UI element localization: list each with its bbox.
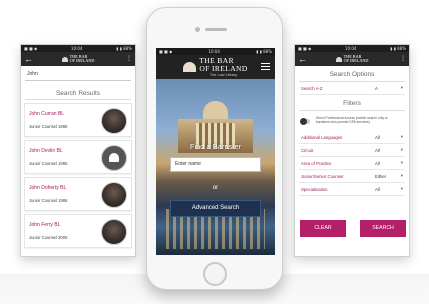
brand-logo: THE BAR OF IRELAND xyxy=(335,54,369,64)
status-bar: ■ ■ ◆ 10:04 ▮ ▮ 88% xyxy=(295,45,409,52)
chevron-down-icon: ▾ xyxy=(400,147,403,152)
status-right: ▮ ▮ 88% xyxy=(390,46,406,51)
chevron-down-icon: ▾ xyxy=(400,85,403,90)
home-button[interactable] xyxy=(203,262,227,286)
result-meta: Junior Counsel 1988 xyxy=(29,124,68,129)
search-button[interactable]: SEARCH xyxy=(360,220,406,237)
filter-label: Area of Practice xyxy=(301,161,332,166)
filter-area-of-practice[interactable]: Area of Practice All ▾ xyxy=(299,157,405,170)
search-az-value: A xyxy=(375,86,378,91)
filter-value: All xyxy=(375,187,380,192)
filter-value: All xyxy=(375,161,380,166)
filter-specialisation[interactable]: Specialisation All ▾ xyxy=(299,183,405,196)
back-arrow-icon[interactable]: ← xyxy=(24,53,33,65)
mockup-canvas: ■ ■ ◆ 10:04 ▮ ▮ 88% ← THE BAR OF IRELAND… xyxy=(0,0,429,304)
chevron-down-icon: ▾ xyxy=(400,186,403,191)
more-vert-icon[interactable]: ⋮ xyxy=(400,54,406,64)
hero-title: Find a Barrister xyxy=(189,142,242,151)
back-arrow-icon[interactable]: ← xyxy=(298,53,307,65)
brand-logo: THE BAR OF IRELAND The Law Library xyxy=(199,56,248,78)
result-card[interactable]: John Curran BL Junior Counsel 1988 xyxy=(24,103,132,137)
search-az-select[interactable]: Search A-Z A ▾ xyxy=(299,82,405,95)
result-card[interactable]: John Devlin BL Junior Counsel 1995 xyxy=(24,140,132,174)
advanced-search-button[interactable]: Advanced Search xyxy=(170,200,261,217)
brand-title-line2: OF IRELAND xyxy=(69,58,95,63)
results-title: Search Results xyxy=(25,84,131,100)
result-name: John Ferry BL xyxy=(29,222,61,228)
search-input[interactable]: John xyxy=(25,69,131,81)
dome-logo-icon xyxy=(335,56,342,62)
result-name: John Curran BL xyxy=(29,111,65,117)
right-phone-search-options: ■ ■ ◆ 10:04 ▮ ▮ 88% ← THE BAR OF IRELAND… xyxy=(294,44,410,257)
chevron-down-icon: ▾ xyxy=(400,160,403,165)
app-bar: ← THE BAR OF IRELAND ⋮ xyxy=(21,52,135,66)
dome-logo-icon xyxy=(61,56,68,62)
hamburger-menu-icon[interactable] xyxy=(261,63,270,70)
filter-label: Additional Languages xyxy=(301,135,343,140)
clear-button[interactable]: CLEAR xyxy=(300,220,346,237)
dpa-toggle-label: Direct Professional Access (switch searc… xyxy=(316,116,388,125)
center-phone-home: ■ ■ ◆ 10:04 ▮ ▮ 88% THE BAR OF IRELAND T… xyxy=(146,7,283,290)
result-card[interactable]: John Doherty BL Junior Counsel 1986 xyxy=(24,177,132,211)
filter-value: All xyxy=(375,135,380,140)
default-avatar-icon xyxy=(101,145,127,171)
app-bar: ← THE BAR OF IRELAND ⋮ xyxy=(295,52,409,66)
status-time: 10:04 xyxy=(208,49,220,54)
filter-junior-senior-counsel[interactable]: Junior/Senior Counsel Either ▾ xyxy=(299,170,405,183)
status-left: ■ ■ ◆ xyxy=(298,46,312,51)
hero-background: Find a Barrister Enter name or Advanced … xyxy=(156,79,275,255)
chevron-down-icon: ▾ xyxy=(400,173,403,178)
brand-title-line2: OF IRELAND xyxy=(343,58,369,63)
avatar xyxy=(101,182,127,208)
filter-label: Specialisation xyxy=(301,187,328,192)
dpa-toggle-row[interactable]: Direct Professional Access (switch searc… xyxy=(299,113,405,131)
filters-title: Filters xyxy=(299,95,405,111)
status-time: 10:04 xyxy=(344,46,357,51)
search-az-label: Search A-Z xyxy=(301,86,323,91)
left-phone-search-results: ■ ■ ◆ 10:04 ▮ ▮ 88% ← THE BAR OF IRELAND… xyxy=(20,44,136,257)
dpa-toggle[interactable] xyxy=(300,118,310,125)
more-vert-icon[interactable]: ⋮ xyxy=(126,54,132,64)
avatar xyxy=(101,219,127,245)
result-meta: Junior Counsel 1995 xyxy=(29,161,68,166)
status-right: ▮ ▮ 88% xyxy=(256,49,272,54)
result-card[interactable]: John Ferry BL Junior Counsel 2005 xyxy=(24,214,132,248)
avatar xyxy=(101,108,127,134)
filter-circuit[interactable]: Circuit All ▾ xyxy=(299,144,405,157)
result-meta: Junior Counsel 1986 xyxy=(29,198,68,203)
status-bar: ■ ■ ◆ 10:04 ▮ ▮ 88% xyxy=(21,45,135,52)
filter-value: Either xyxy=(375,174,387,179)
filter-label: Junior/Senior Counsel xyxy=(301,174,344,179)
or-text: or xyxy=(212,185,219,191)
filter-value: All xyxy=(375,148,380,153)
chevron-down-icon: ▾ xyxy=(400,134,403,139)
result-meta: Junior Counsel 2005 xyxy=(29,235,68,240)
status-left: ■ ■ ◆ xyxy=(159,49,173,54)
status-bar: ■ ■ ◆ 10:04 ▮ ▮ 88% xyxy=(156,48,275,55)
camera xyxy=(195,27,200,32)
brand-subtitle: The Law Library xyxy=(209,72,238,77)
brand-logo: THE BAR OF IRELAND xyxy=(61,54,95,64)
status-right: ▮ ▮ 88% xyxy=(116,46,132,51)
status-time: 10:04 xyxy=(70,46,83,51)
filter-label: Circuit xyxy=(301,148,314,153)
name-input[interactable]: Enter name xyxy=(170,157,261,172)
result-name: John Doherty BL xyxy=(29,185,67,191)
phone-screen: ■ ■ ◆ 10:04 ▮ ▮ 88% THE BAR OF IRELAND T… xyxy=(156,48,275,255)
result-name: John Devlin BL xyxy=(29,148,63,154)
filter-additional-languages[interactable]: Additional Languages All ▾ xyxy=(299,131,405,144)
search-options-title: Search Options xyxy=(299,66,405,82)
brand-title-line2: OF IRELAND xyxy=(199,63,248,73)
status-left: ■ ■ ◆ xyxy=(24,46,38,51)
speaker xyxy=(205,28,227,31)
dome-logo-icon xyxy=(183,62,197,72)
app-header: THE BAR OF IRELAND The Law Library xyxy=(156,55,275,79)
